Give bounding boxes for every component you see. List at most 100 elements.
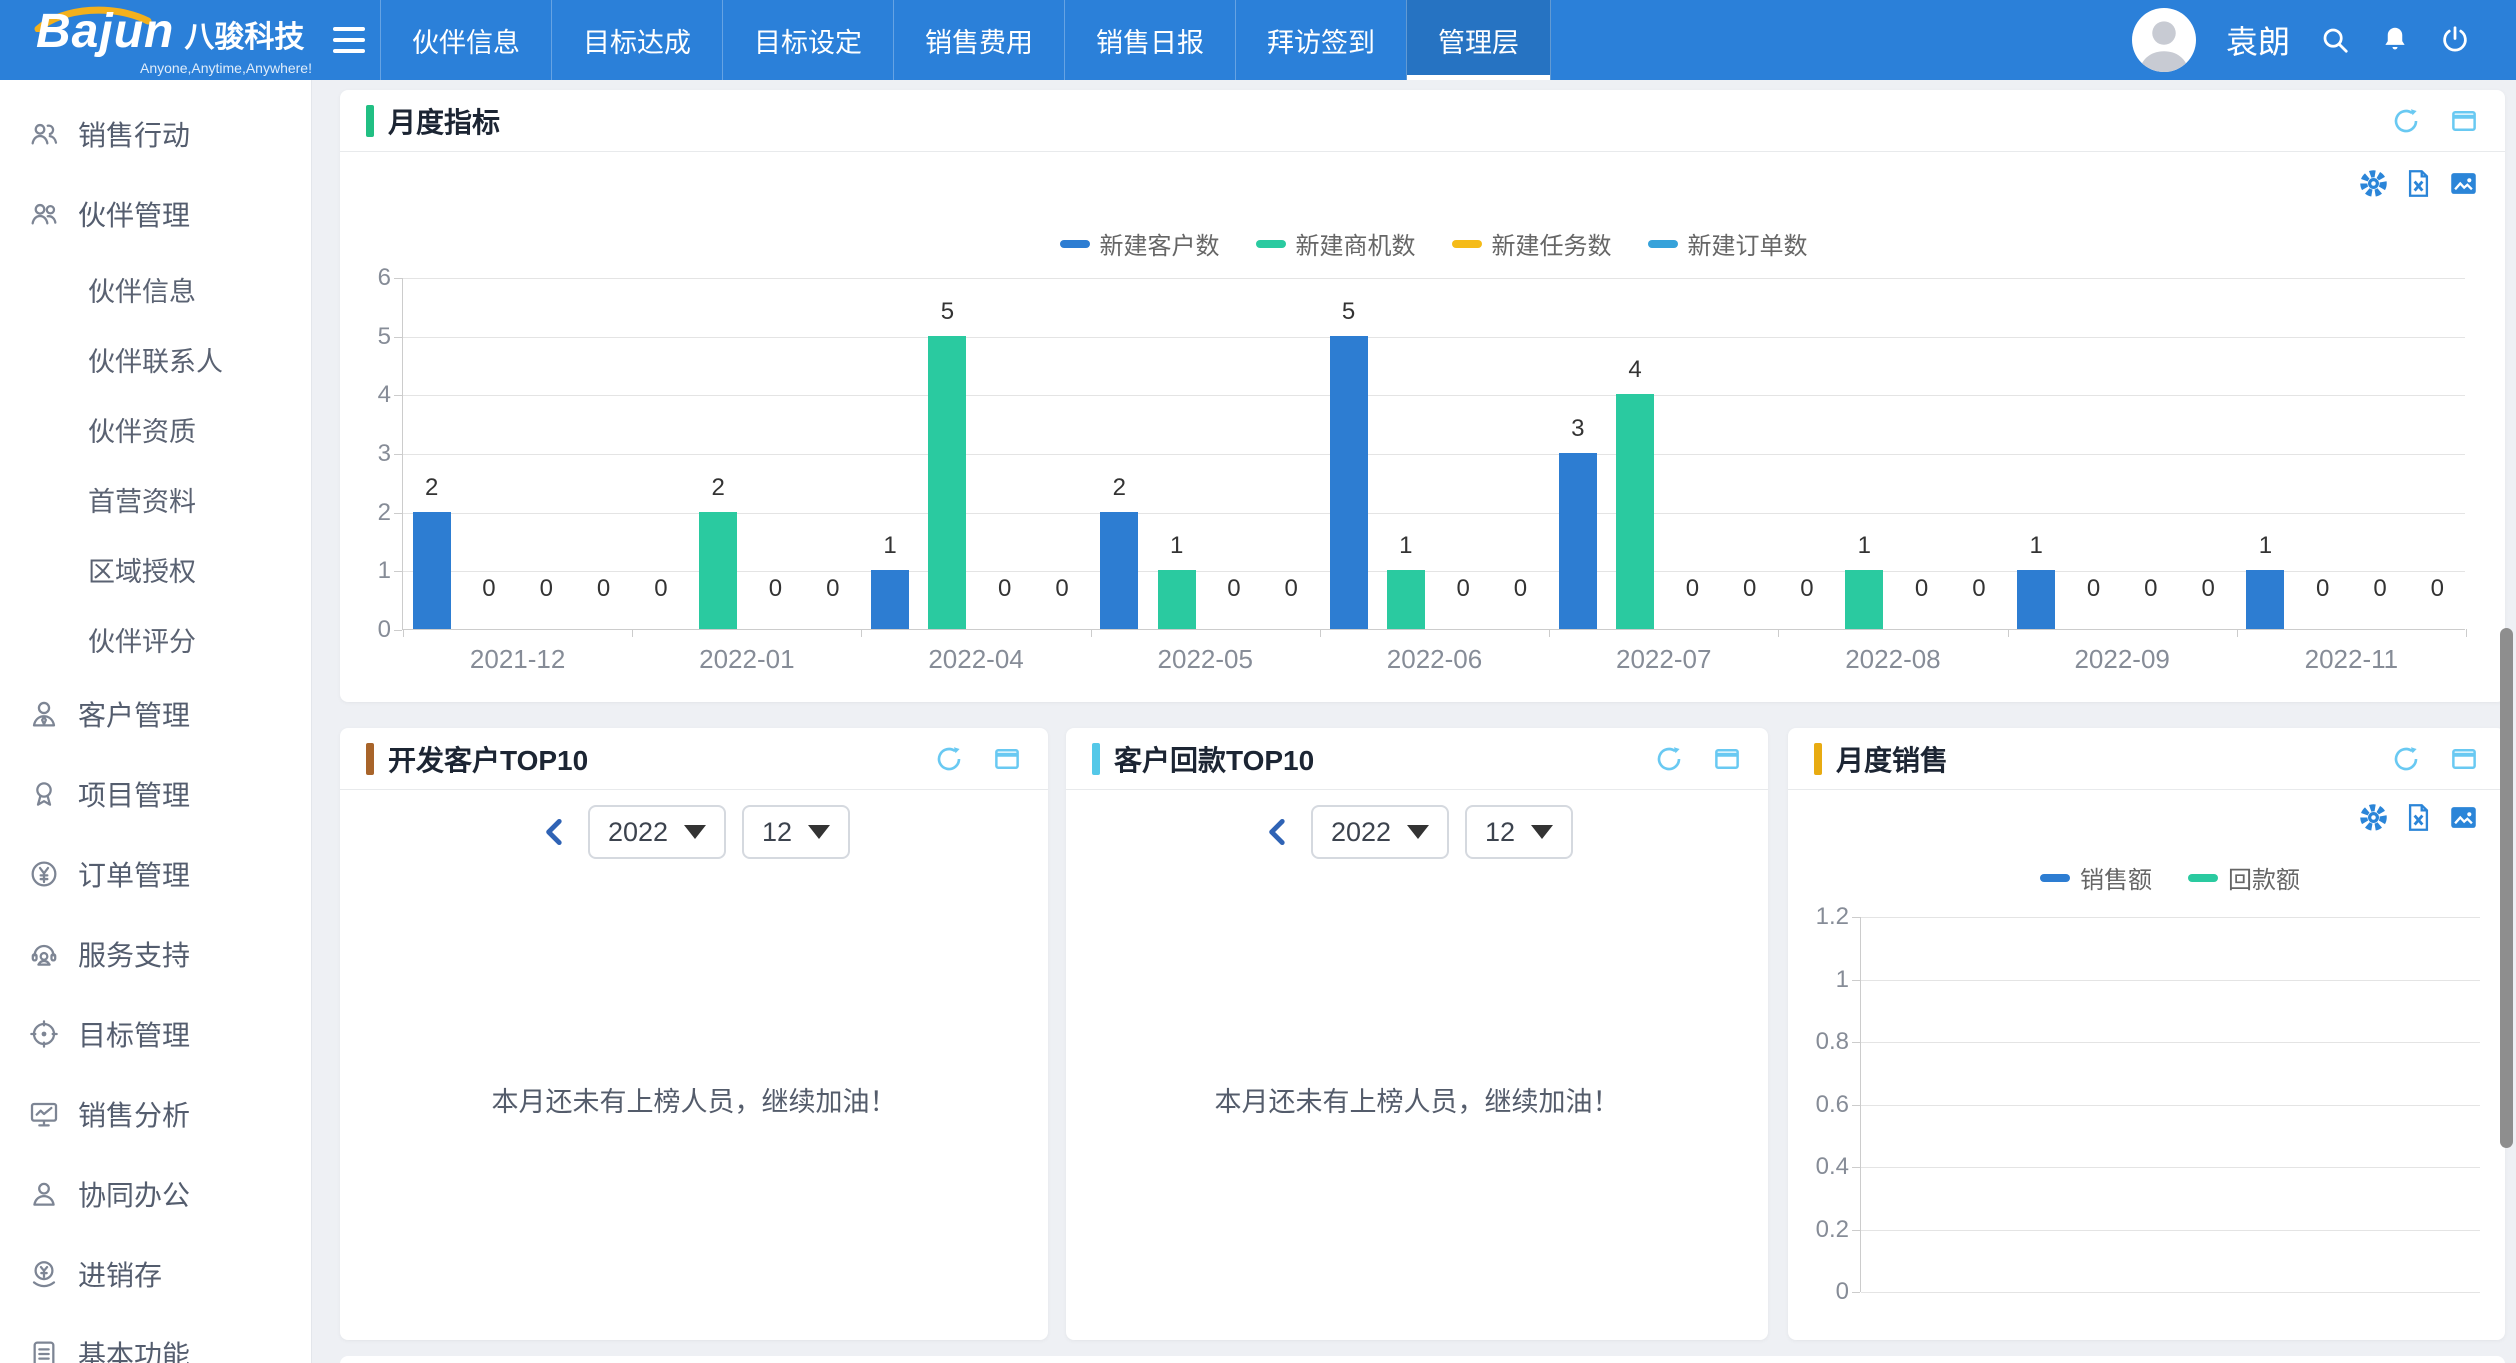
nav-item-目标设定[interactable]: 目标设定: [722, 0, 893, 80]
year-select[interactable]: 2022: [1311, 805, 1449, 859]
bar-新建商机数-2022-01: [699, 512, 737, 629]
bar-新建商机数-2022-06: [1387, 570, 1425, 629]
bar-value-label: 0: [1949, 575, 2009, 603]
search-icon[interactable]: [2320, 25, 2350, 55]
nav-item-拜访签到[interactable]: 拜访签到: [1235, 0, 1406, 80]
brand-logo[interactable]: Bajun 八骏科技 Anyone,Anytime,Anywhere!: [0, 0, 318, 80]
bar-value-label: 0: [1204, 575, 1264, 603]
sidebar-item-销售行动[interactable]: 销售行动: [0, 94, 311, 174]
card-header: 月度指标: [340, 90, 2505, 152]
x-axis-tick: [1091, 629, 1092, 637]
sidebar-item-订单管理[interactable]: 订单管理: [0, 834, 311, 914]
legend-item-回款额[interactable]: 回款额: [2188, 860, 2300, 895]
sidebar-subitem-首营资料[interactable]: 首营资料: [0, 464, 311, 534]
panel-icon[interactable]: [2449, 106, 2479, 136]
excel-export-icon[interactable]: [2403, 168, 2434, 199]
sidebar-nav: 销售行动伙伴管理伙伴信息伙伴联系人伙伴资质首营资料区域授权伙伴评分客户管理项目管…: [0, 80, 312, 1363]
sidebar-item-客户管理[interactable]: 客户管理: [0, 674, 311, 754]
bar-新建客户数-2022-09: [2017, 570, 2055, 629]
bar-value-label: 0: [2293, 575, 2353, 603]
nav-item-伙伴信息[interactable]: 伙伴信息: [380, 0, 551, 80]
image-export-icon[interactable]: [2448, 802, 2479, 833]
sales-analysis-icon: [28, 1098, 60, 1130]
sidebar-subitem-伙伴评分[interactable]: 伙伴评分: [0, 604, 311, 674]
y-axis-label: 0.8: [1791, 1028, 1849, 1056]
sidebar-item-基本功能[interactable]: 基本功能: [0, 1314, 311, 1363]
legend-item-新建客户数[interactable]: 新建客户数: [1060, 226, 1220, 261]
bar-新建商机数-2022-07: [1616, 394, 1654, 629]
sidebar-subitem-伙伴信息[interactable]: 伙伴信息: [0, 254, 311, 324]
y-axis-tick: [1852, 1042, 1860, 1043]
bar-value-label: 0: [631, 575, 691, 603]
sidebar-subitem-伙伴联系人[interactable]: 伙伴联系人: [0, 324, 311, 394]
sales-action-icon: [28, 118, 60, 150]
bar-新建客户数-2022-04: [871, 570, 909, 629]
nav-item-目标达成[interactable]: 目标达成: [551, 0, 722, 80]
legend-item-新建任务数[interactable]: 新建任务数: [1452, 226, 1612, 261]
goal-management-icon: [28, 1018, 60, 1050]
year-select[interactable]: 2022: [588, 805, 726, 859]
sidebar-item-协同办公[interactable]: 协同办公: [0, 1154, 311, 1234]
sidebar-item-销售分析[interactable]: 销售分析: [0, 1074, 311, 1154]
month-select[interactable]: 12: [1465, 805, 1573, 859]
card-title: 月度指标: [388, 101, 500, 141]
empty-state-text: 本月还未有上榜人员，继续加油！: [340, 1080, 1048, 1119]
x-axis-label: 2021-12: [470, 644, 565, 675]
gear-icon[interactable]: [2358, 168, 2389, 199]
bar-value-label: 2: [402, 474, 462, 502]
period-selector: 2022 12: [1066, 804, 1768, 860]
page-scrollbar-thumb[interactable]: [2500, 628, 2513, 1148]
sidebar-item-项目管理[interactable]: 项目管理: [0, 754, 311, 834]
y-axis-tick: [394, 571, 402, 572]
refresh-icon[interactable]: [2391, 744, 2421, 774]
bar-新建客户数-2022-07: [1559, 453, 1597, 629]
y-axis-label: 2: [333, 499, 391, 527]
legend-item-销售额[interactable]: 销售额: [2040, 860, 2152, 895]
month-select[interactable]: 12: [742, 805, 850, 859]
next-row-card-peek: [340, 1356, 2505, 1363]
nav-item-管理层[interactable]: 管理层: [1406, 0, 1551, 80]
top-nav-menu: 伙伴信息目标达成目标设定销售费用销售日报拜访签到管理层: [380, 0, 1551, 80]
metrics-legend: 新建客户数 新建商机数 新建任务数 新建订单数: [402, 226, 2465, 261]
user-name[interactable]: 袁朗: [2226, 17, 2290, 63]
user-avatar[interactable]: [2132, 8, 2196, 72]
sidebar-item-label: 目标管理: [78, 1014, 190, 1054]
sidebar-subitem-区域授权[interactable]: 区域授权: [0, 534, 311, 604]
chevron-left-icon[interactable]: [1261, 815, 1295, 849]
sidebar-item-进销存[interactable]: 进销存: [0, 1234, 311, 1314]
bar-value-label: 0: [1433, 575, 1493, 603]
sidebar-item-label: 进销存: [78, 1254, 162, 1294]
excel-export-icon[interactable]: [2403, 802, 2434, 833]
y-axis-tick: [1852, 917, 1860, 918]
sidebar-item-label: 销售行动: [78, 114, 190, 154]
sidebar-item-服务支持[interactable]: 服务支持: [0, 914, 311, 994]
x-axis-label: 2022-08: [1845, 644, 1940, 675]
sidebar-item-目标管理[interactable]: 目标管理: [0, 994, 311, 1074]
refresh-icon[interactable]: [1654, 744, 1684, 774]
x-axis-label: 2022-01: [699, 644, 794, 675]
legend-item-新建订单数[interactable]: 新建订单数: [1648, 226, 1808, 261]
panel-icon[interactable]: [992, 744, 1022, 774]
y-axis-label: 0.4: [1791, 1153, 1849, 1181]
image-export-icon[interactable]: [2448, 168, 2479, 199]
refresh-icon[interactable]: [934, 744, 964, 774]
nav-item-销售日报[interactable]: 销售日报: [1064, 0, 1235, 80]
chevron-left-icon[interactable]: [538, 815, 572, 849]
sidebar-subitem-伙伴资质[interactable]: 伙伴资质: [0, 394, 311, 464]
legend-label: 新建商机数: [1296, 226, 1416, 261]
nav-item-销售费用[interactable]: 销售费用: [893, 0, 1064, 80]
refresh-icon[interactable]: [2391, 106, 2421, 136]
bar-value-label: 2: [1089, 474, 1149, 502]
gridline: [403, 278, 2465, 279]
panel-icon[interactable]: [1712, 744, 1742, 774]
gear-icon[interactable]: [2358, 802, 2389, 833]
card-header: 开发客户TOP10: [340, 728, 1048, 790]
menu-toggle-icon[interactable]: [318, 0, 380, 80]
x-axis-tick: [2466, 629, 2467, 637]
legend-label: 新建订单数: [1688, 226, 1808, 261]
sidebar-item-伙伴管理[interactable]: 伙伴管理: [0, 174, 311, 254]
legend-item-新建商机数[interactable]: 新建商机数: [1256, 226, 1416, 261]
bell-icon[interactable]: [2380, 25, 2410, 55]
power-icon[interactable]: [2440, 25, 2470, 55]
panel-icon[interactable]: [2449, 744, 2479, 774]
